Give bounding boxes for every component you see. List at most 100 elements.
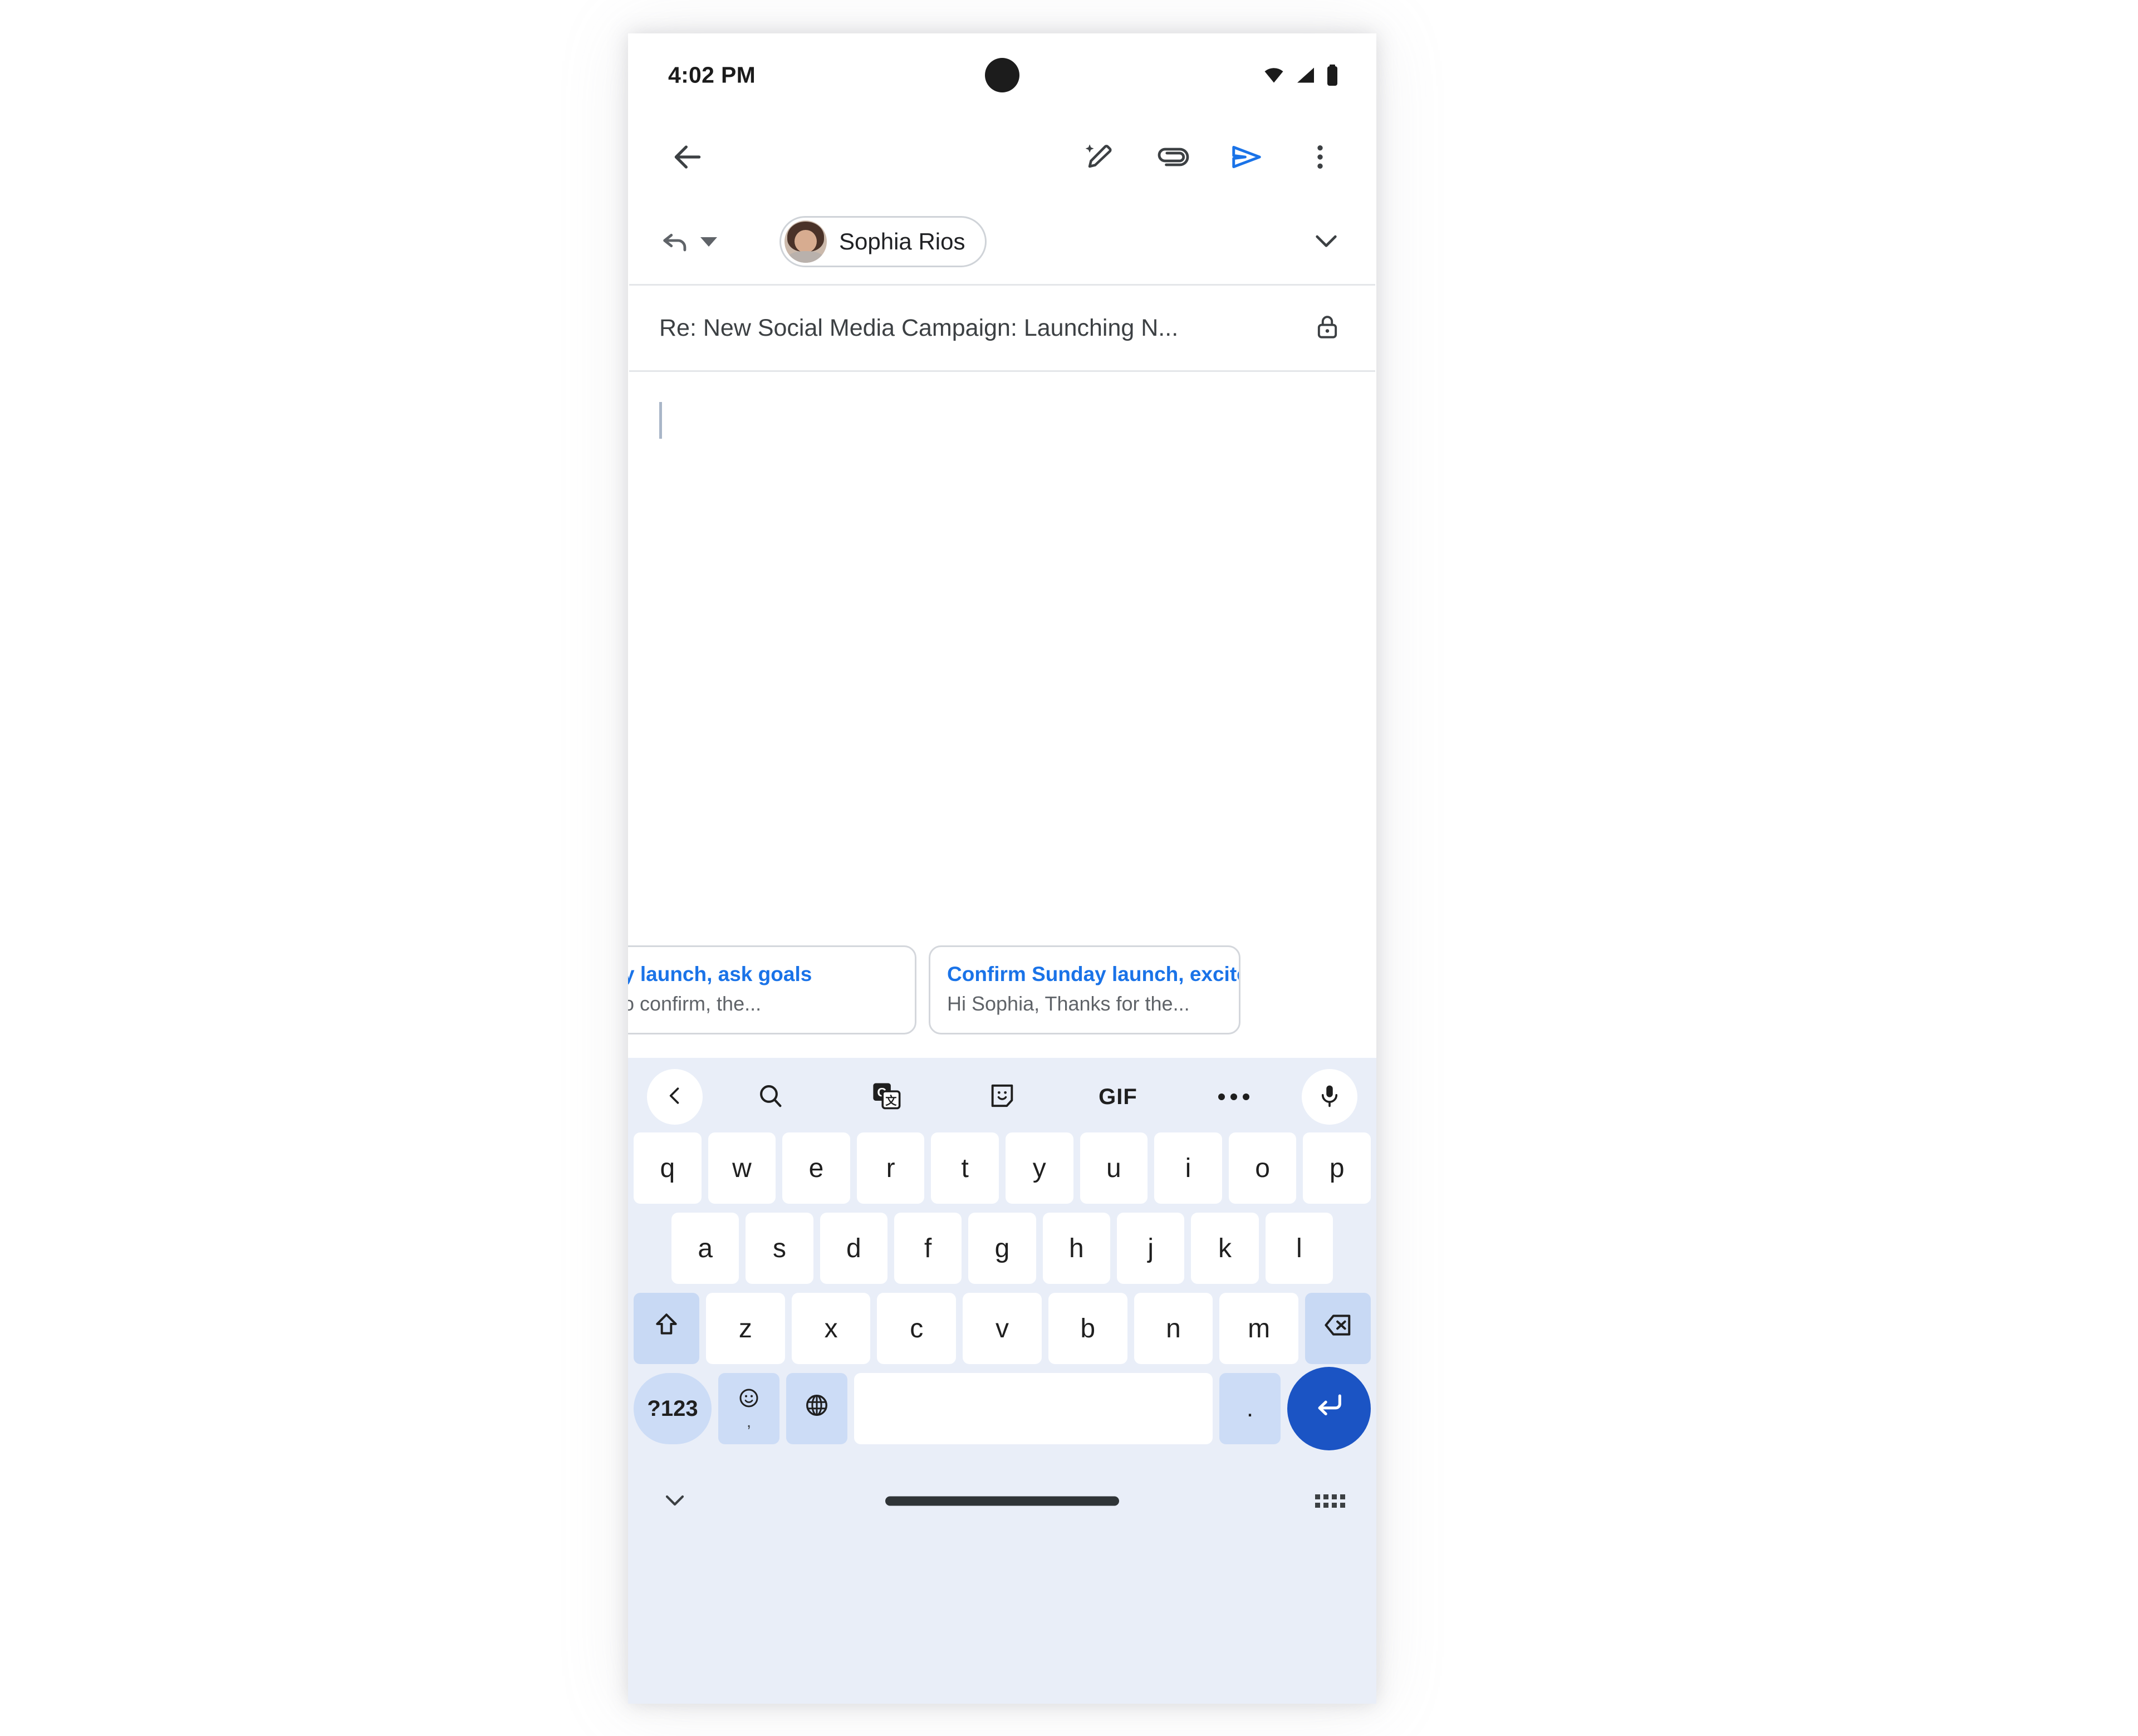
screenshot-canvas: 4:02 PM Sophia Rios Re: New Social Media…	[0, 0, 2138, 1736]
status-clock: 4:02 PM	[668, 62, 756, 88]
key-v[interactable]: v	[963, 1293, 1042, 1364]
key-d[interactable]: d	[820, 1213, 887, 1284]
app-bar-actions	[1071, 130, 1348, 187]
chevron-left-icon	[663, 1083, 687, 1111]
key-m[interactable]: m	[1219, 1293, 1299, 1364]
help-me-write-icon	[1083, 141, 1116, 176]
smart-reply-track: y launch, ask goals o confirm, the... Co…	[628, 945, 1240, 1034]
smart-reply-strip: y launch, ask goals o confirm, the... Co…	[628, 929, 1376, 1058]
key-p[interactable]: p	[1303, 1132, 1371, 1204]
keyboard-sticker-button[interactable]	[944, 1069, 1060, 1125]
avatar	[784, 220, 827, 263]
key-g[interactable]: g	[968, 1213, 1036, 1284]
sticker-icon	[988, 1081, 1017, 1113]
subject-row[interactable]: Re: New Social Media Campaign: Launching…	[628, 286, 1376, 370]
svg-text:文: 文	[885, 1093, 897, 1107]
key-h[interactable]: h	[1042, 1213, 1110, 1284]
camera-cutout	[985, 58, 1019, 92]
backspace-icon	[1323, 1310, 1353, 1347]
keyboard-row-3: z x c v b n m	[628, 1293, 1376, 1364]
key-t[interactable]: t	[931, 1132, 999, 1204]
period-key[interactable]: .	[1219, 1373, 1281, 1444]
recipient-row: Sophia Rios	[628, 199, 1376, 284]
attach-file-button[interactable]	[1145, 130, 1202, 187]
reply-mode-selector[interactable]	[659, 224, 717, 259]
language-switch-key[interactable]	[786, 1373, 847, 1444]
smart-reply-card[interactable]: y launch, ask goals o confirm, the...	[628, 945, 916, 1034]
expand-recipients-button[interactable]	[1311, 225, 1342, 259]
attach-icon	[1156, 140, 1190, 176]
key-q[interactable]: q	[634, 1132, 702, 1204]
key-j[interactable]: j	[1116, 1213, 1185, 1284]
wifi-icon	[1262, 65, 1286, 85]
key-r[interactable]: r	[856, 1132, 925, 1204]
key-i[interactable]: i	[1154, 1132, 1222, 1204]
search-icon	[756, 1081, 785, 1113]
expand-toolbar-button[interactable]	[647, 1069, 703, 1125]
send-button[interactable]	[1218, 130, 1275, 187]
lock-icon	[1313, 312, 1342, 344]
keyboard-row-2: a s d f g h j k l	[628, 1213, 1376, 1284]
mic-icon	[1317, 1083, 1342, 1111]
key-z[interactable]: z	[705, 1293, 785, 1364]
switch-keyboard-button[interactable]	[1315, 1494, 1345, 1508]
text-caret	[659, 402, 662, 439]
key-l[interactable]: l	[1265, 1213, 1333, 1284]
chevron-down-icon	[661, 1487, 688, 1516]
compose-app-bar	[628, 117, 1376, 199]
recipient-name: Sophia Rios	[839, 228, 965, 254]
key-b[interactable]: b	[1048, 1293, 1127, 1364]
key-s[interactable]: s	[746, 1213, 813, 1284]
emoji-key[interactable]: ,	[718, 1373, 779, 1444]
key-o[interactable]: o	[1228, 1132, 1297, 1204]
smart-reply-card[interactable]: Confirm Sunday launch, excited. Hi Sophi…	[929, 945, 1240, 1034]
more-options-button[interactable]	[1292, 130, 1348, 187]
smart-reply-subtitle: Hi Sophia, Thanks for the...	[947, 992, 1190, 1016]
keyboard-bottom-bar	[628, 1459, 1376, 1543]
keyboard-gif-button[interactable]: GIF	[1060, 1069, 1176, 1125]
battery-icon	[1325, 64, 1340, 86]
gif-icon: GIF	[1099, 1084, 1137, 1109]
key-a[interactable]: a	[671, 1213, 739, 1284]
enter-key[interactable]	[1287, 1367, 1371, 1450]
key-e[interactable]: e	[782, 1132, 850, 1204]
emoji-key-sublabel: ,	[746, 1413, 752, 1431]
back-arrow-icon	[670, 140, 705, 177]
key-w[interactable]: w	[708, 1132, 776, 1204]
encryption-lock-button[interactable]	[1313, 312, 1342, 344]
key-x[interactable]: x	[791, 1293, 871, 1364]
key-f[interactable]: f	[894, 1213, 962, 1284]
chevron-down-icon	[1311, 225, 1342, 259]
more-icon	[1218, 1093, 1249, 1100]
language-globe-icon	[804, 1392, 830, 1425]
back-button[interactable]	[659, 130, 716, 187]
reply-arrow-icon	[659, 224, 692, 259]
phone-device-frame: 4:02 PM Sophia Rios Re: New Social Media…	[628, 33, 1376, 1704]
key-u[interactable]: u	[1080, 1132, 1148, 1204]
space-key[interactable]	[854, 1373, 1213, 1444]
keyboard-search-button[interactable]	[713, 1069, 828, 1125]
recipient-chip[interactable]: Sophia Rios	[779, 216, 987, 267]
enter-icon	[1313, 1389, 1345, 1428]
gesture-nav-pill[interactable]	[885, 1496, 1119, 1506]
keyboard-mic-button[interactable]	[1302, 1069, 1357, 1125]
chevron-down-icon	[700, 237, 717, 247]
keyboard-more-button[interactable]	[1176, 1069, 1292, 1125]
shift-key[interactable]	[633, 1293, 699, 1364]
subject-input[interactable]: Re: New Social Media Campaign: Launching…	[659, 315, 1178, 342]
keyboard-translate-button[interactable]: G 文	[828, 1069, 944, 1125]
hide-keyboard-button[interactable]	[661, 1487, 688, 1516]
key-y[interactable]: y	[1006, 1132, 1073, 1204]
symbols-key[interactable]: ?123	[634, 1373, 712, 1444]
status-icon-group	[1262, 64, 1340, 86]
help-me-write-button[interactable]	[1071, 130, 1128, 187]
compose-body[interactable]	[628, 372, 1376, 929]
cellular-signal-icon	[1294, 65, 1317, 85]
key-n[interactable]: n	[1134, 1293, 1213, 1364]
key-k[interactable]: k	[1191, 1213, 1259, 1284]
keyboard-row-1: q w e r t y u i o p	[628, 1132, 1376, 1204]
keyboard-row-4: ?123 , .	[628, 1367, 1376, 1450]
key-c[interactable]: c	[877, 1293, 957, 1364]
smart-reply-title: Confirm Sunday launch, excited.	[947, 963, 1240, 985]
backspace-key[interactable]	[1305, 1293, 1371, 1364]
